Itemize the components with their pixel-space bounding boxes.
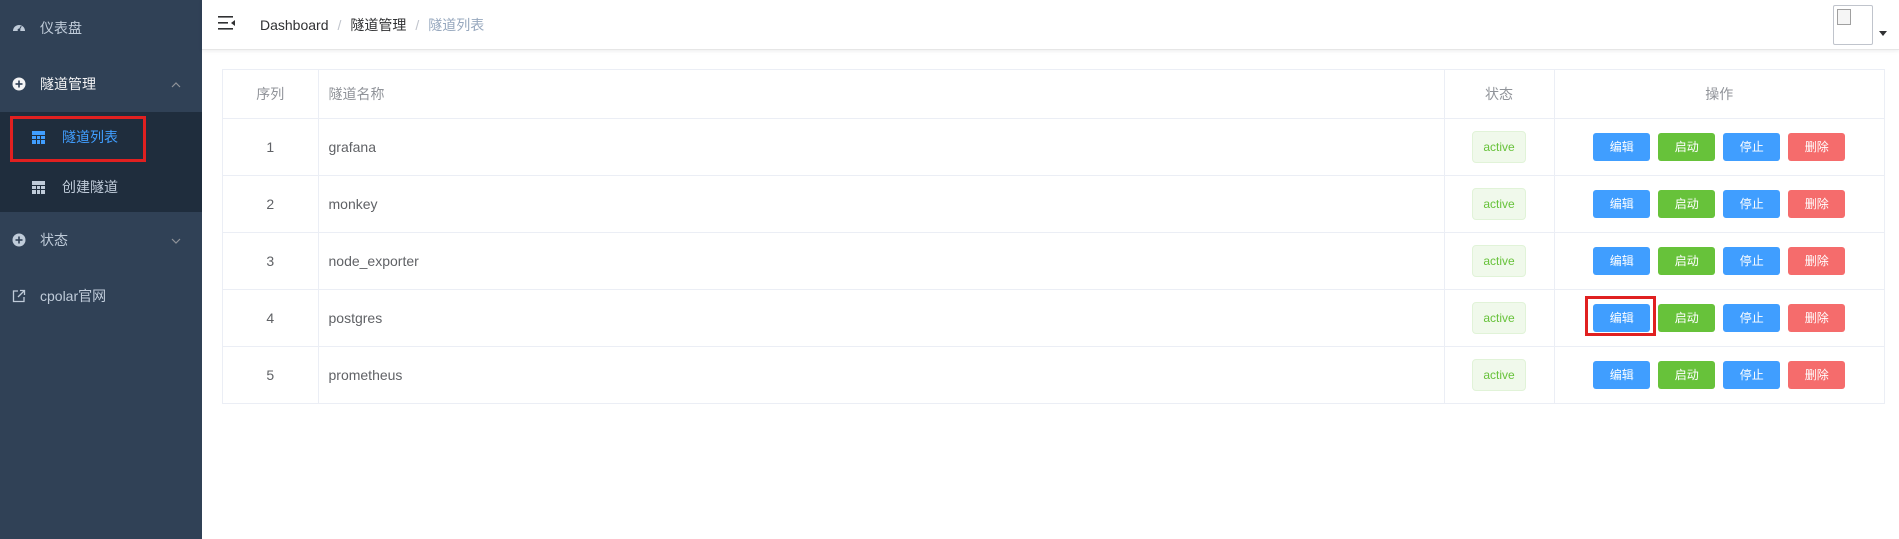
sidebar-item-label: 隧道列表: [62, 129, 118, 145]
delete-button[interactable]: 删除: [1788, 246, 1846, 275]
sidebar: 仪表盘 隧道管理 隧道列表 创建隧道 状态 cpolar官网: [0, 0, 202, 539]
table-row: 5 prometheus active 编辑 启动 停止 删除: [223, 346, 1884, 403]
breadcrumb-tunnel-list: 隧道列表: [428, 17, 485, 33]
stop-button[interactable]: 停止: [1723, 132, 1781, 161]
plus-circle-icon: [12, 233, 26, 247]
cell-index: 1: [223, 118, 319, 176]
column-header-index: 序列: [223, 70, 319, 119]
stop-button[interactable]: 停止: [1723, 189, 1781, 218]
edit-button[interactable]: 编辑: [1593, 189, 1651, 218]
start-button[interactable]: 启动: [1658, 246, 1716, 275]
sidebar-item-dashboard[interactable]: 仪表盘: [0, 0, 202, 56]
start-button[interactable]: 启动: [1658, 303, 1716, 332]
broken-image-icon: [1837, 9, 1851, 25]
sidebar-item-label: 隧道管理: [40, 76, 96, 92]
plus-circle-icon: [12, 77, 26, 91]
tunnel-table: 序列 隧道名称 状态 操作 1 grafana active 编辑 启动 停止 删除 …: [222, 69, 1885, 404]
chevron-down-icon: [170, 234, 182, 246]
sidebar-item-label: 状态: [40, 232, 68, 248]
tunnel-submenu: 隧道列表 创建隧道: [0, 112, 202, 212]
table-row: 1 grafana active 编辑 启动 停止 删除: [223, 118, 1884, 176]
cell-name: prometheus: [318, 346, 1445, 403]
sidebar-item-label: cpolar官网: [40, 288, 107, 304]
breadcrumb-separator: /: [337, 17, 342, 33]
cell-index: 3: [223, 232, 319, 290]
sidebar-item-label: 创建隧道: [62, 179, 118, 195]
cell-name: grafana: [318, 118, 1445, 176]
hamburger-icon[interactable]: [218, 15, 236, 31]
table-row: 4 postgres active 编辑 启动 停止 删除: [223, 289, 1884, 347]
stop-button[interactable]: 停止: [1723, 303, 1781, 332]
edit-button[interactable]: 编辑: [1593, 132, 1651, 161]
sidebar-item-label: 仪表盘: [40, 20, 82, 36]
cell-index: 5: [223, 346, 319, 403]
delete-button[interactable]: 删除: [1788, 132, 1846, 161]
caret-down-icon[interactable]: [1879, 31, 1887, 36]
table-row: 3 node_exporter active 编辑 启动 停止 删除: [223, 232, 1884, 290]
status-badge: active: [1472, 244, 1526, 277]
chevron-up-icon: [170, 78, 182, 90]
delete-button[interactable]: 删除: [1788, 189, 1846, 218]
start-button[interactable]: 启动: [1658, 360, 1716, 389]
breadcrumb-dashboard[interactable]: Dashboard: [260, 17, 329, 33]
start-button[interactable]: 启动: [1658, 132, 1716, 161]
column-header-ops: 操作: [1554, 70, 1884, 119]
status-badge: active: [1472, 358, 1526, 391]
status-badge: active: [1472, 301, 1526, 334]
column-header-status: 状态: [1444, 70, 1555, 119]
sidebar-item-status[interactable]: 状态: [0, 212, 202, 268]
sidebar-item-tunnel-list[interactable]: 隧道列表: [0, 112, 202, 162]
external-link-icon: [12, 289, 26, 303]
column-header-name: 隧道名称: [318, 70, 1445, 119]
status-badge: active: [1472, 130, 1526, 163]
breadcrumb: Dashboard / 隧道管理 / 隧道列表: [260, 0, 484, 50]
start-button[interactable]: 启动: [1658, 189, 1716, 218]
edit-button[interactable]: 编辑: [1593, 360, 1651, 389]
table-icon: [32, 130, 45, 144]
sidebar-item-create-tunnel[interactable]: 创建隧道: [0, 162, 202, 212]
avatar[interactable]: [1833, 5, 1873, 45]
cell-name: monkey: [318, 175, 1445, 233]
cell-name: node_exporter: [318, 232, 1445, 290]
cell-name: postgres: [318, 289, 1445, 347]
delete-button[interactable]: 删除: [1788, 360, 1846, 389]
status-badge: active: [1472, 187, 1526, 220]
navbar: Dashboard / 隧道管理 / 隧道列表: [202, 0, 1899, 50]
sidebar-item-tunnel-management[interactable]: 隧道管理: [0, 56, 202, 112]
edit-button[interactable]: 编辑: [1593, 246, 1651, 275]
stop-button[interactable]: 停止: [1723, 246, 1781, 275]
table-row: 2 monkey active 编辑 启动 停止 删除: [223, 175, 1884, 233]
cell-index: 4: [223, 289, 319, 347]
sidebar-item-cpolar-website[interactable]: cpolar官网: [0, 268, 202, 324]
stop-button[interactable]: 停止: [1723, 360, 1781, 389]
cell-index: 2: [223, 175, 319, 233]
delete-button[interactable]: 删除: [1788, 303, 1846, 332]
breadcrumb-separator: /: [415, 17, 420, 33]
dashboard-icon: [12, 21, 26, 35]
edit-button[interactable]: 编辑: [1593, 303, 1651, 332]
table-header-row: 序列 隧道名称 状态 操作: [223, 70, 1884, 119]
table-icon: [32, 180, 45, 194]
breadcrumb-tunnel-management: 隧道管理: [350, 17, 407, 33]
